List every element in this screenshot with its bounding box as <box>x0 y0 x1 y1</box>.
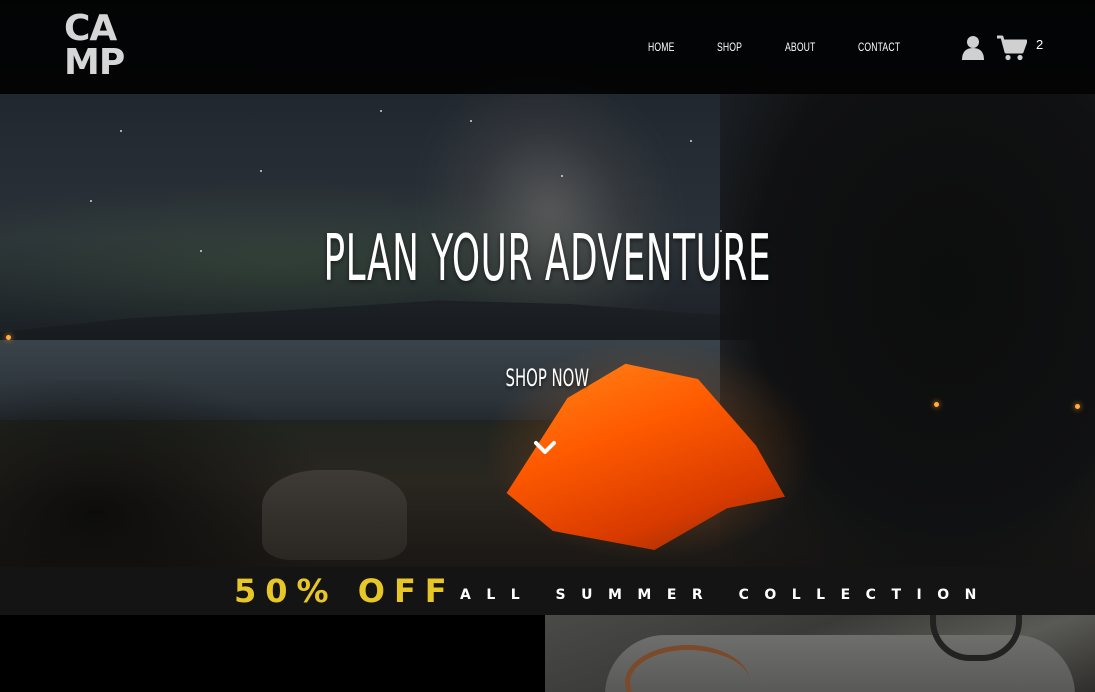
distant-light <box>1075 404 1080 409</box>
logo-line2: MP <box>64 42 125 83</box>
shop-now-button[interactable]: SHOP NOW <box>208 364 887 392</box>
feature-panel-backpack[interactable] <box>545 615 1095 692</box>
feature-panel-left <box>0 615 545 692</box>
star <box>380 110 382 112</box>
cart-icon[interactable] <box>997 35 1027 61</box>
star <box>200 250 202 252</box>
hero-title: PLAN YOUR ADVENTURE <box>323 222 772 296</box>
firepit <box>262 470 407 560</box>
nav-shop[interactable]: SHOP <box>717 40 742 54</box>
promo-banner[interactable]: 50% OFF ALL SUMMER COLLECTION <box>0 567 1095 615</box>
nav-home[interactable]: HOME <box>648 40 675 54</box>
star <box>470 120 472 122</box>
distant-light <box>934 402 939 407</box>
nav-contact[interactable]: CONTACT <box>858 40 900 54</box>
chevron-down-icon[interactable] <box>534 440 556 456</box>
distant-light <box>6 335 11 340</box>
logo[interactable]: CA MP <box>64 8 128 84</box>
site-header: CA MP HOME SHOP ABOUT CONTACT 2 <box>0 0 1095 94</box>
star <box>561 175 563 177</box>
star <box>690 140 692 142</box>
star <box>120 130 122 132</box>
cart-count: 2 <box>1036 37 1044 52</box>
user-icon[interactable] <box>962 35 984 60</box>
promo-subline: ALL SUMMER COLLECTION <box>460 587 992 603</box>
star <box>260 170 262 172</box>
nav-about[interactable]: ABOUT <box>785 40 815 54</box>
promo-headline: 50% OFF <box>234 572 456 610</box>
star <box>90 200 92 202</box>
logo-line1: CA <box>64 8 117 49</box>
